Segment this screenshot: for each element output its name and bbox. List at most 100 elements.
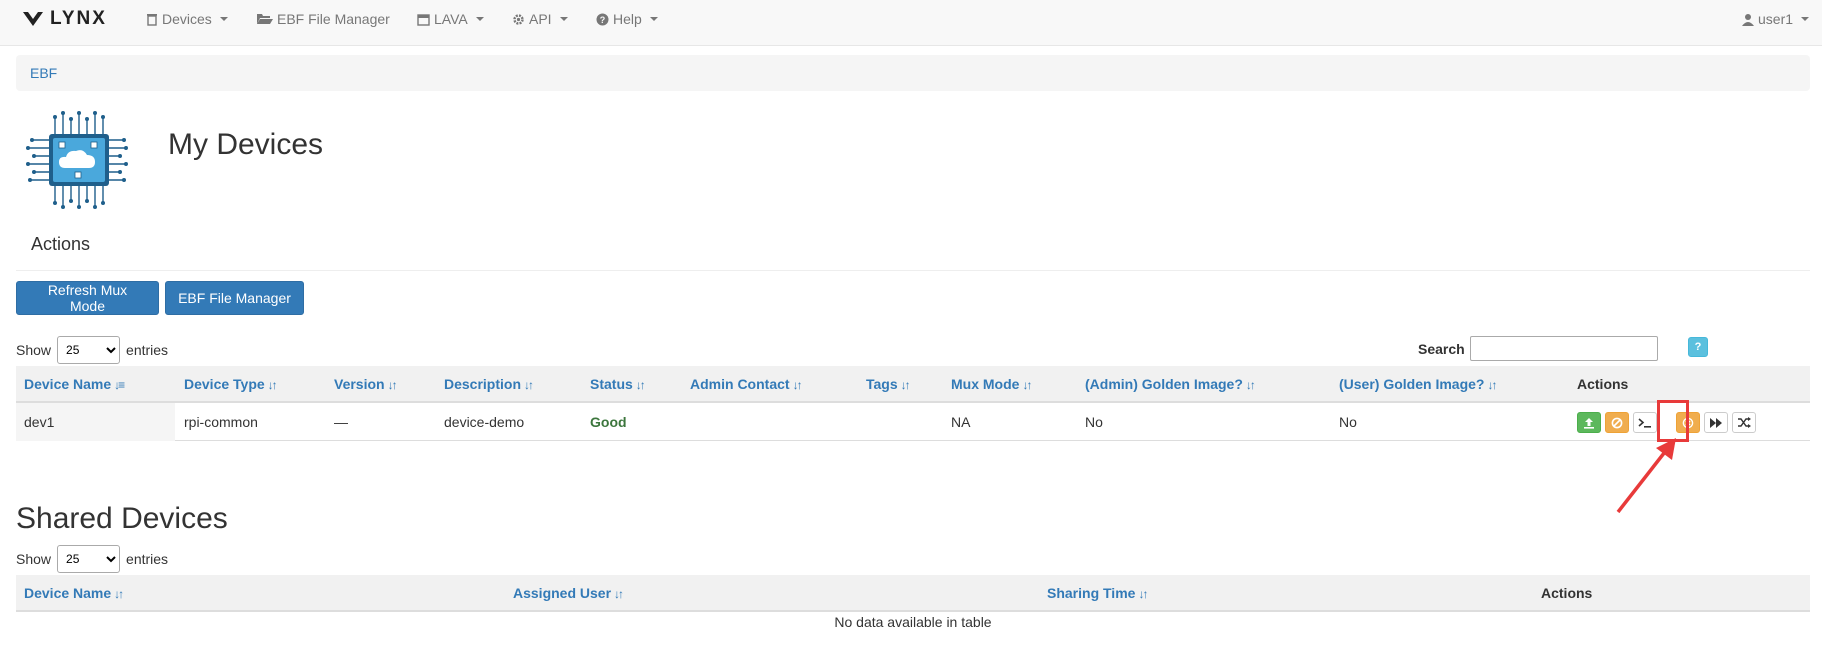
col-actions: Actions — [1541, 585, 1593, 601]
search-label: Search — [1418, 341, 1465, 357]
device-description: device-demo — [444, 414, 525, 430]
ban-icon — [1611, 417, 1623, 428]
col-device-name-label: Device Name — [24, 585, 112, 601]
my-devices-page-size-select[interactable]: 25 — [57, 336, 121, 364]
sort-icon: ↓↑ — [387, 378, 398, 392]
col-description[interactable]: Description ↓↑ — [444, 376, 534, 392]
trash-icon — [147, 13, 157, 26]
nav-devices-label: Devices — [162, 11, 212, 27]
col-assigned-user[interactable]: Assigned User ↓↑ — [513, 585, 624, 601]
col-sharing-time-label: Sharing Time — [1047, 585, 1136, 601]
sort-icon: ↓↑ — [1138, 587, 1148, 601]
user-icon — [1742, 13, 1754, 26]
nav-lava-label: LAVA — [434, 11, 468, 27]
entries-label: entries — [126, 342, 169, 358]
sort-icon: ↓↑ — [1022, 378, 1032, 392]
table-row: dev1 rpi-common — device-demo Good NA No… — [16, 403, 1810, 441]
col-admin-contact[interactable]: Admin Contact ↓↑ — [690, 376, 803, 392]
fast-forward-icon — [1710, 417, 1722, 428]
shared-devices-table-header: Device Name ↓↑ Assigned User ↓↑ Sharing Ti… — [16, 575, 1810, 612]
device-user-golden-image: No — [1339, 414, 1357, 430]
upload-button[interactable] — [1577, 412, 1601, 433]
sort-icon: ↓↑ — [792, 378, 803, 392]
device-mux-mode: NA — [951, 414, 971, 430]
fast-forward-button[interactable] — [1704, 412, 1728, 433]
chevron-down-icon — [475, 17, 484, 21]
col-description-label: Description — [444, 376, 522, 392]
user-name: user1 — [1758, 11, 1794, 27]
col-version-label: Version — [334, 376, 385, 392]
folder-open-icon — [257, 14, 273, 24]
show-label: Show — [16, 551, 52, 567]
search-input[interactable] — [1470, 336, 1658, 361]
page-title: My Devices — [168, 128, 324, 161]
switch-mux-button[interactable] — [1732, 412, 1756, 433]
navbar: LYNX Devices EBF File Manager LAVA API ?… — [0, 0, 1822, 46]
help-button[interactable]: ? — [1688, 337, 1708, 357]
shared-devices-page-size-select[interactable]: 25 — [57, 545, 121, 573]
lynx-logo-icon — [23, 12, 43, 26]
sort-icon: ↓↑ — [114, 587, 124, 601]
refresh-mux-mode-button[interactable]: Refresh Mux Mode — [16, 281, 159, 315]
svg-text:?: ? — [600, 15, 606, 25]
sort-icon: ↓↑ — [1487, 378, 1497, 392]
sort-icon: ↓↑ — [524, 378, 534, 392]
col-device-type[interactable]: Device Type ↓↑ — [184, 376, 278, 392]
device-type-link[interactable]: rpi-common — [184, 414, 258, 430]
col-actions: Actions — [1577, 376, 1629, 392]
brand-logo[interactable]: LYNX — [22, 8, 107, 30]
col-tags-label: Tags — [866, 376, 898, 392]
sort-icon: ↓↑ — [635, 378, 646, 392]
chevron-down-icon — [649, 17, 658, 21]
col-user-golden-image[interactable]: (User) Golden Image? ↓↑ — [1339, 376, 1497, 392]
col-tags[interactable]: Tags ↓↑ — [866, 376, 911, 392]
gear-icon — [513, 13, 524, 25]
my-devices-length-control: Show 25 entries — [16, 336, 168, 364]
ebf-file-manager-button[interactable]: EBF File Manager — [165, 281, 304, 315]
nav-ebf-file-manager-label: EBF File Manager — [277, 11, 390, 27]
col-device-name[interactable]: Device Name ↓≡ — [24, 376, 125, 392]
show-label: Show — [16, 342, 52, 358]
sort-asc-icon: ↓≡ — [114, 378, 125, 392]
shared-devices-title: Shared Devices — [16, 502, 228, 535]
col-mux-mode-label: Mux Mode — [951, 376, 1020, 392]
sort-icon: ↓↑ — [267, 378, 278, 392]
nav-api-label: API — [529, 11, 552, 27]
col-status[interactable]: Status ↓↑ — [590, 376, 646, 392]
nav-help[interactable]: ? Help — [596, 11, 658, 27]
nav-user-menu[interactable]: user1 — [1742, 11, 1810, 27]
col-device-name-label: Device Name — [24, 376, 112, 392]
breadcrumb-ebf-link[interactable]: EBF — [30, 65, 57, 81]
terminal-icon — [1638, 417, 1651, 428]
col-device-type-label: Device Type — [184, 376, 265, 392]
brand-name: LYNX — [50, 8, 107, 29]
status-badge: Good — [590, 414, 627, 430]
nav-help-label: Help — [613, 11, 642, 27]
divider — [16, 270, 1810, 271]
sort-icon: ↓↑ — [900, 378, 911, 392]
col-device-name[interactable]: Device Name ↓↑ — [24, 585, 124, 601]
col-admin-golden-image-label: (Admin) Golden Image? — [1085, 376, 1243, 392]
chevron-down-icon — [219, 17, 228, 21]
upload-icon — [1584, 417, 1594, 429]
col-assigned-user-label: Assigned User — [513, 585, 612, 601]
empty-table-message: No data available in table — [834, 614, 992, 630]
chevron-down-icon — [1801, 17, 1810, 21]
nav-api[interactable]: API — [512, 11, 568, 27]
chip-cloud-logo-icon — [26, 111, 128, 209]
device-name-link[interactable]: dev1 — [24, 414, 54, 430]
chevron-down-icon — [559, 17, 568, 21]
actions-section-title: Actions — [31, 234, 91, 254]
sort-icon: ↓↑ — [614, 587, 624, 601]
shuffle-icon — [1737, 417, 1751, 428]
entries-label: entries — [126, 551, 169, 567]
col-version[interactable]: Version ↓↑ — [334, 376, 398, 392]
nav-ebf-file-manager[interactable]: EBF File Manager — [257, 11, 390, 27]
sort-icon: ↓↑ — [1245, 378, 1256, 392]
col-admin-golden-image[interactable]: (Admin) Golden Image? ↓↑ — [1085, 376, 1256, 392]
device-version: — — [334, 414, 348, 430]
col-mux-mode[interactable]: Mux Mode ↓↑ — [951, 376, 1032, 392]
col-sharing-time[interactable]: Sharing Time ↓↑ — [1047, 585, 1148, 601]
nav-lava[interactable]: LAVA — [417, 11, 484, 27]
nav-devices[interactable]: Devices — [146, 11, 228, 27]
